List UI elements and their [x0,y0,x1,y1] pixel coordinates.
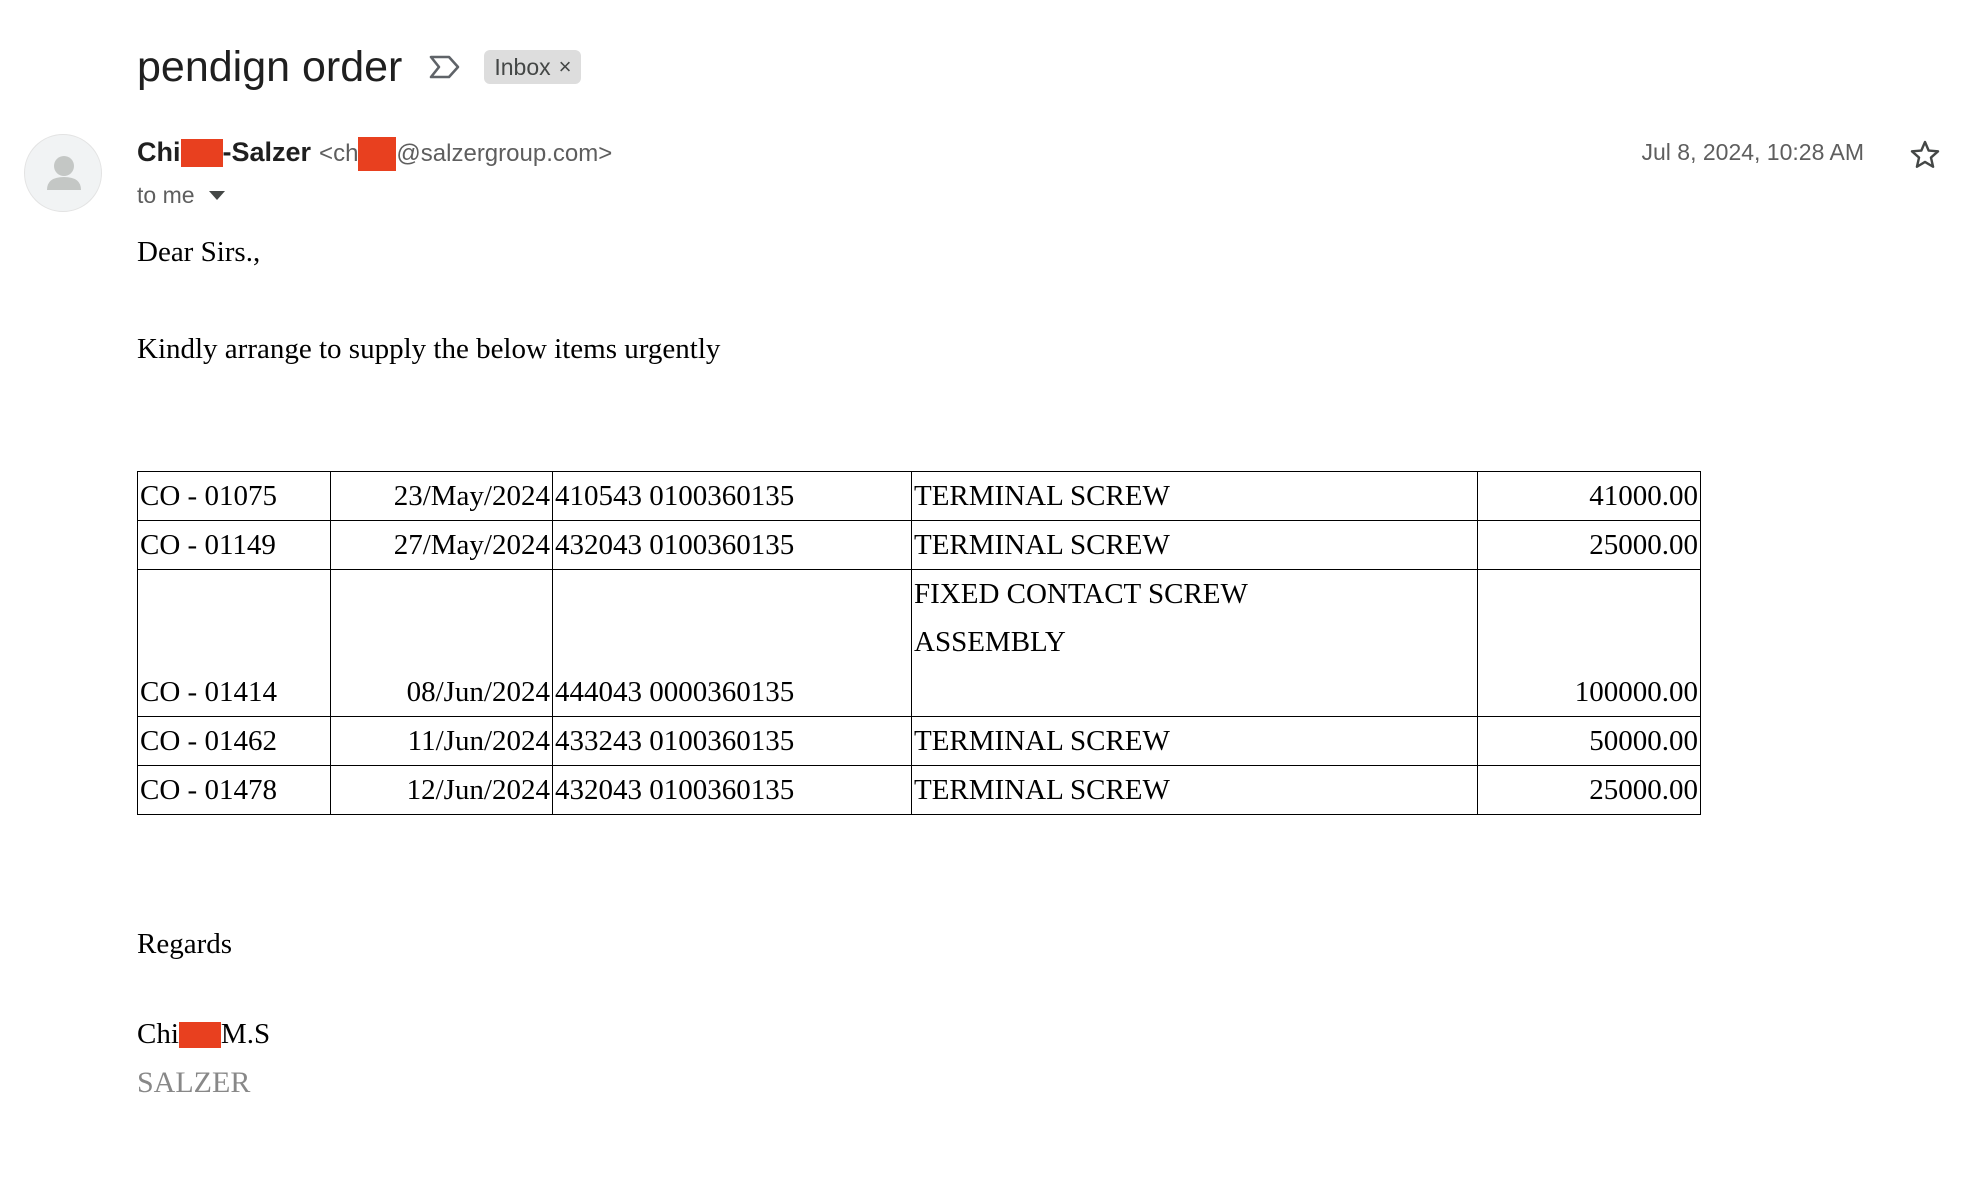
redaction-block [178,1021,221,1048]
sender-name[interactable]: Chi -Salzer [137,137,311,168]
description-line: FIXED CONTACT SCREW [914,578,1248,610]
intro-text: Kindly arrange to supply the below items… [137,333,721,365]
quantity-cell: 25000.00 [1477,520,1701,570]
redaction-block [358,137,397,171]
signature-name-suffix: M.S [220,1018,271,1050]
signature-name: Chi M.S [137,1018,270,1051]
recipient-text: to me [137,181,195,208]
person-avatar-icon [47,156,81,190]
orders-table: CO - 01075 23/May/2024 410543 0100360135… [137,471,1701,815]
part-number-cell: 410543 0100360135 [552,471,912,521]
sender-email: <ch @salzergroup.com> [319,137,612,171]
order-number-cell: CO - 01149 [137,520,331,570]
sender-avatar[interactable] [24,134,102,212]
description-line: TERMINAL SCREW [914,725,1170,757]
order-number-cell: CO - 01462 [137,716,331,766]
order-number-cell: CO - 01478 [137,765,331,815]
email-date: Jul 8, 2024, 10:28 AM [1641,139,1865,165]
sender-email-prefix: <ch [319,140,359,167]
description-line: TERMINAL SCREW [914,480,1170,512]
description-line: ASSEMBLY [914,626,1066,658]
table-row: CO - 01462 11/Jun/2024 433243 0100360135… [137,716,1701,766]
subject-row: pendign order Inbox × [137,40,581,94]
signature-company: SALZER [137,1066,251,1099]
order-number-cell: CO - 01414 [137,569,331,717]
order-date-cell: 08/Jun/2024 [330,569,553,717]
order-date-cell: 11/Jun/2024 [330,716,553,766]
table-row: CO - 01149 27/May/2024 432043 0100360135… [137,520,1701,570]
quantity-cell: 41000.00 [1477,471,1701,521]
caret-down-icon [208,190,225,200]
label-chip-text: Inbox [494,53,551,80]
quantity-cell: 25000.00 [1477,765,1701,815]
order-date-cell: 23/May/2024 [330,471,553,521]
part-number-cell: 432043 0100360135 [552,520,912,570]
closing-text: Regards [137,928,233,960]
description-cell: TERMINAL SCREW [911,471,1478,521]
quantity-cell: 100000.00 [1477,569,1701,717]
star-icon[interactable] [1908,138,1942,172]
sender-email-suffix: @salzergroup.com> [396,140,613,167]
sender-row: Chi -Salzer <ch @salzergroup.com> [137,137,612,171]
part-number-cell: 432043 0100360135 [552,765,912,815]
description-cell: FIXED CONTACT SCREW ASSEMBLY [911,569,1478,717]
order-date-cell: 27/May/2024 [330,520,553,570]
redaction-block [180,138,223,167]
remove-label-icon[interactable]: × [559,56,572,78]
description-cell: TERMINAL SCREW [911,716,1478,766]
order-date-cell: 12/Jun/2024 [330,765,553,815]
recipient-details-toggle[interactable]: to me [137,180,225,210]
part-number-cell: 444043 0000360135 [552,569,912,717]
sender-name-suffix: -Salzer [222,137,312,167]
table-row: CO - 01075 23/May/2024 410543 0100360135… [137,471,1701,521]
description-cell: TERMINAL SCREW [911,520,1478,570]
greeting-text: Dear Sirs., [137,236,261,268]
signature-name-prefix: Chi [137,1018,179,1050]
order-number-cell: CO - 01075 [137,471,331,521]
email-subject: pendign order [137,42,403,91]
inbox-label-chip[interactable]: Inbox × [484,50,581,84]
table-row: CO - 01478 12/Jun/2024 432043 0100360135… [137,765,1701,815]
description-line: TERMINAL SCREW [914,529,1170,561]
description-line: TERMINAL SCREW [914,774,1170,806]
description-cell: TERMINAL SCREW [911,765,1478,815]
quantity-cell: 50000.00 [1477,716,1701,766]
table-row: CO - 01414 08/Jun/2024 444043 0000360135… [137,569,1701,717]
part-number-cell: 433243 0100360135 [552,716,912,766]
label-important-icon[interactable] [428,54,462,80]
sender-name-prefix: Chi [137,137,181,167]
